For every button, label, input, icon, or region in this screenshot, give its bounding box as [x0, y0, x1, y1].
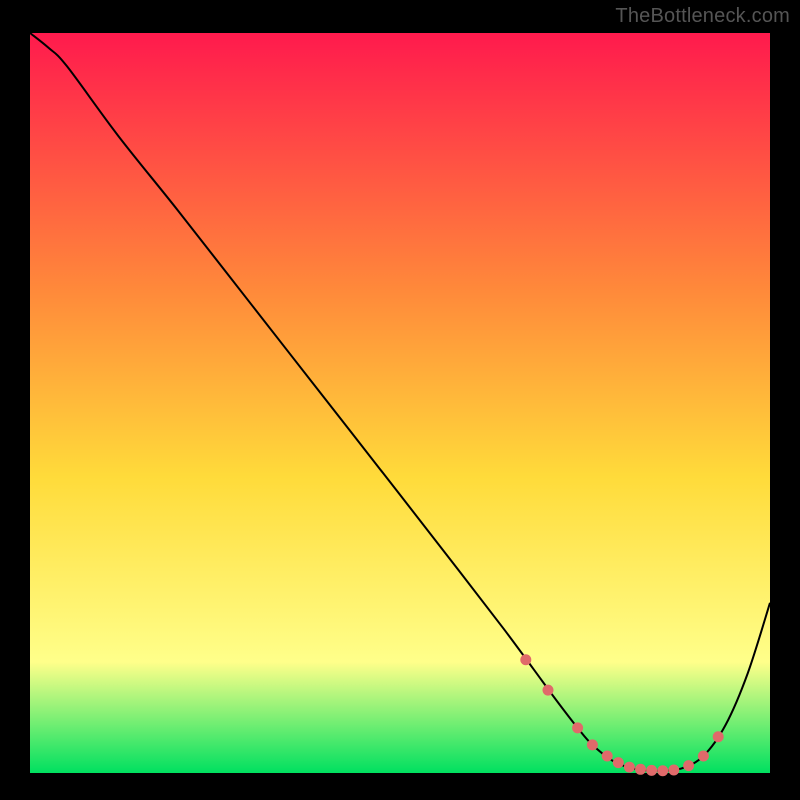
sweet-spot-dot — [624, 762, 635, 773]
sweet-spot-dots — [520, 654, 723, 776]
sweet-spot-dot — [668, 765, 679, 776]
sweet-spot-dot — [646, 765, 657, 776]
sweet-spot-dot — [698, 750, 709, 761]
sweet-spot-dot — [657, 765, 668, 776]
sweet-spot-dot — [543, 685, 554, 696]
sweet-spot-dot — [602, 750, 613, 761]
sweet-spot-dot — [613, 757, 624, 768]
sweet-spot-dot — [683, 760, 694, 771]
sweet-spot-dot — [587, 739, 598, 750]
sweet-spot-dot — [635, 764, 646, 775]
sweet-spot-dot — [572, 722, 583, 733]
sweet-spot-dot — [520, 654, 531, 665]
attribution-label: TheBottleneck.com — [615, 5, 790, 28]
chart-stage: TheBottleneck.com — [0, 0, 800, 800]
sweet-spot-dot — [713, 731, 724, 742]
plot-area — [30, 33, 770, 773]
dots-layer — [30, 33, 770, 773]
